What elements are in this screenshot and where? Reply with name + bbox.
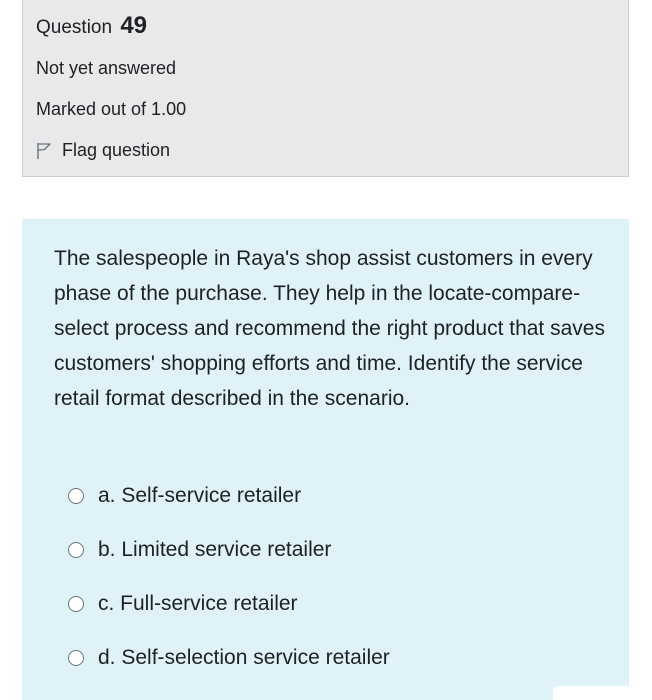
- quiz-page: Question 49 Not yet answered Marked out …: [0, 0, 652, 700]
- question-status: Not yet answered: [36, 58, 177, 78]
- flag-question-label: Flag question: [62, 140, 171, 160]
- radio-button[interactable]: [68, 542, 84, 558]
- corner-overlay: [553, 686, 629, 700]
- flag-icon: [36, 142, 52, 160]
- answer-option-d[interactable]: d. Self-selection service retailer: [68, 643, 390, 673]
- question-marks: Marked out of 1.00: [36, 99, 187, 119]
- answer-label: b. Limited service retailer: [98, 538, 332, 561]
- question-text: The salespeople in Raya's shop assist cu…: [54, 247, 605, 410]
- answer-option-a[interactable]: a. Self-service retailer: [68, 481, 301, 511]
- question-prefix: Question: [36, 17, 113, 38]
- question-info-panel: Question 49 Not yet answered Marked out …: [22, 0, 629, 177]
- question-number: 49: [120, 12, 148, 39]
- answer-label: a. Self-service retailer: [98, 484, 302, 507]
- radio-button[interactable]: [68, 596, 84, 612]
- answer-label: c. Full-service retailer: [98, 592, 298, 615]
- radio-button[interactable]: [68, 488, 84, 504]
- answer-label: d. Self-selection service retailer: [98, 646, 390, 669]
- answer-option-b[interactable]: b. Limited service retailer: [68, 535, 331, 565]
- question-formulation: The salespeople in Raya's shop assist cu…: [22, 219, 629, 700]
- flag-question-button[interactable]: Flag question: [36, 140, 170, 161]
- radio-button[interactable]: [68, 650, 84, 666]
- question-heading: Question 49: [36, 12, 147, 40]
- answer-option-c[interactable]: c. Full-service retailer: [68, 589, 298, 619]
